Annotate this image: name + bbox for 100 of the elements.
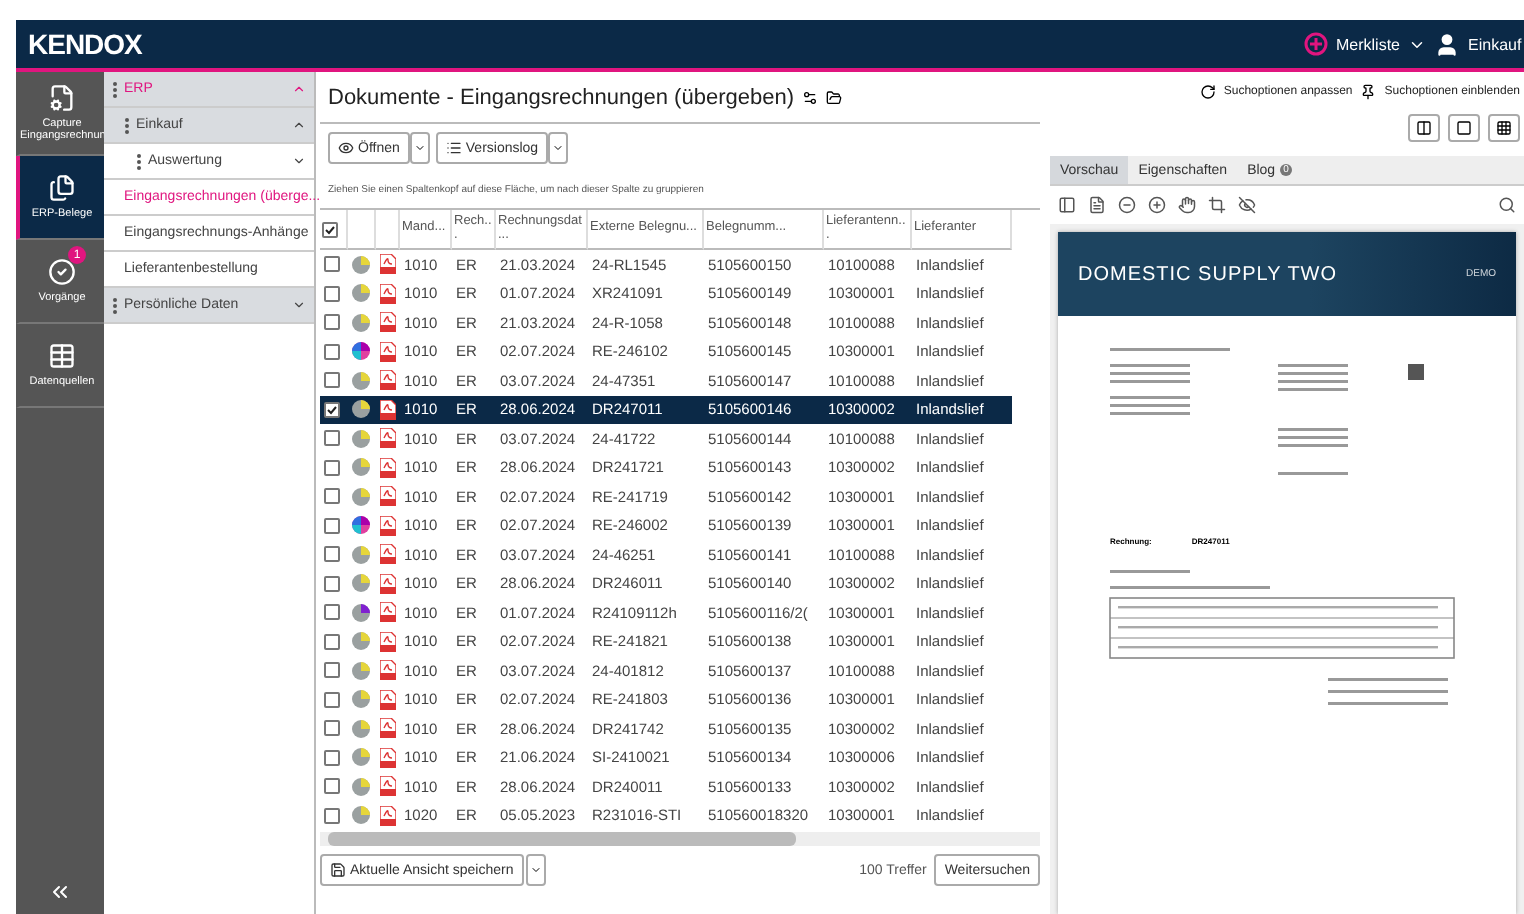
row-checkbox[interactable] [324, 691, 340, 708]
caret-icon [413, 142, 426, 154]
pdf-file-icon [380, 457, 396, 478]
columns-icon [1416, 119, 1432, 135]
horizontal-scrollbar[interactable] [320, 832, 1040, 846]
sidebar-toggle-icon[interactable] [1058, 196, 1076, 214]
watchlist-link[interactable]: Merkliste [1335, 35, 1400, 53]
page-title: Dokumente - Eingangsrechnungen (übergeben) [328, 85, 794, 109]
row-checkbox[interactable] [324, 459, 340, 476]
row-checkbox[interactable] [324, 807, 340, 824]
row-checkbox[interactable] [324, 401, 340, 418]
status-pie-icon [352, 545, 370, 564]
grid-view-button[interactable] [1488, 113, 1520, 141]
pdf-file-icon [380, 428, 396, 449]
page-icon[interactable] [1088, 196, 1106, 214]
status-pie-icon [352, 661, 370, 680]
logo: KENDOX [28, 28, 142, 60]
pdf-file-icon [380, 573, 396, 594]
pdf-file-icon [380, 602, 396, 623]
status-pie-icon [352, 313, 370, 332]
pdf-file-icon [380, 660, 396, 681]
search-icon[interactable] [1498, 196, 1516, 214]
status-pie-icon [352, 574, 370, 593]
refresh-icon[interactable] [1199, 83, 1216, 99]
zoom-out-icon[interactable] [1118, 196, 1136, 214]
chevron-icon [292, 118, 306, 132]
single-view-button[interactable] [1448, 113, 1480, 141]
pdf-file-icon [380, 747, 396, 768]
status-pie-icon [352, 806, 370, 825]
pin-icon[interactable] [1360, 83, 1377, 99]
status-pie-icon [352, 690, 370, 709]
hand-icon[interactable] [1178, 196, 1196, 214]
row-checkbox[interactable] [324, 575, 340, 592]
chevron-icon [292, 154, 306, 168]
drag-handle-icon[interactable] [112, 297, 118, 313]
hide-icon[interactable] [1238, 196, 1256, 214]
settings-icon[interactable] [802, 89, 818, 105]
pdf-file-icon [380, 370, 396, 391]
chevron-icon [292, 298, 306, 312]
pdf-file-icon [380, 254, 396, 275]
row-checkbox[interactable] [324, 256, 340, 273]
nav-icon [48, 83, 76, 112]
status-pie-icon [352, 632, 370, 651]
pdf-file-icon [380, 312, 396, 333]
pdf-file-icon [380, 544, 396, 565]
collapse-icon[interactable] [48, 880, 72, 904]
square-icon [1456, 119, 1472, 135]
select-all-checkbox[interactable] [322, 221, 338, 237]
status-pie-icon [352, 400, 370, 419]
nav-icon [48, 173, 76, 202]
nav-icon [48, 341, 76, 370]
status-pie-icon [352, 603, 370, 622]
document-title: DOMESTIC SUPPLY TWO [1078, 263, 1338, 285]
status-pie-icon [352, 719, 370, 738]
drag-handle-icon[interactable] [124, 117, 130, 133]
row-checkbox[interactable] [324, 488, 340, 505]
nav-icon [48, 257, 76, 286]
pdf-file-icon [380, 341, 396, 362]
zoom-in-icon[interactable] [1148, 196, 1166, 214]
drag-handle-icon[interactable] [112, 81, 118, 97]
crop-icon[interactable] [1208, 196, 1226, 214]
pdf-file-icon [380, 718, 396, 739]
row-checkbox[interactable] [324, 372, 340, 389]
save-view-dropdown-button[interactable] [525, 854, 546, 886]
eye-icon [338, 140, 354, 156]
grid-icon [1496, 119, 1512, 135]
fit-width-button[interactable] [1408, 113, 1440, 141]
pdf-file-icon [380, 805, 396, 826]
pdf-file-icon [380, 631, 396, 652]
row-checkbox[interactable] [324, 517, 340, 534]
row-checkbox[interactable] [324, 343, 340, 360]
list-icon [445, 140, 462, 156]
pdf-file-icon [380, 486, 396, 507]
folder-icon[interactable] [826, 89, 842, 105]
row-checkbox[interactable] [324, 633, 340, 650]
open-dropdown-button[interactable] [409, 132, 430, 164]
status-pie-icon [352, 284, 370, 303]
status-pie-icon [352, 516, 370, 535]
user-menu[interactable]: Einkauf [1468, 35, 1524, 53]
row-checkbox[interactable] [324, 662, 340, 679]
row-checkbox[interactable] [324, 430, 340, 447]
row-checkbox[interactable] [324, 546, 340, 563]
row-checkbox[interactable] [324, 720, 340, 737]
row-checkbox[interactable] [324, 314, 340, 331]
status-pie-icon [352, 458, 370, 477]
row-checkbox[interactable] [324, 604, 340, 621]
version-log-dropdown-button[interactable] [548, 132, 569, 164]
chevron-icon [292, 82, 306, 96]
drag-handle-icon[interactable] [136, 153, 142, 169]
row-checkbox[interactable] [324, 285, 340, 302]
status-pie-icon [352, 429, 370, 448]
pdf-file-icon [380, 689, 396, 710]
add-circle-icon[interactable] [1303, 32, 1328, 56]
status-pie-icon [352, 487, 370, 506]
status-pie-icon [352, 255, 370, 274]
check-icon [326, 403, 338, 416]
user-icon[interactable] [1434, 31, 1460, 57]
caret-icon [529, 864, 542, 876]
row-checkbox[interactable] [324, 749, 340, 766]
row-checkbox[interactable] [324, 778, 340, 795]
